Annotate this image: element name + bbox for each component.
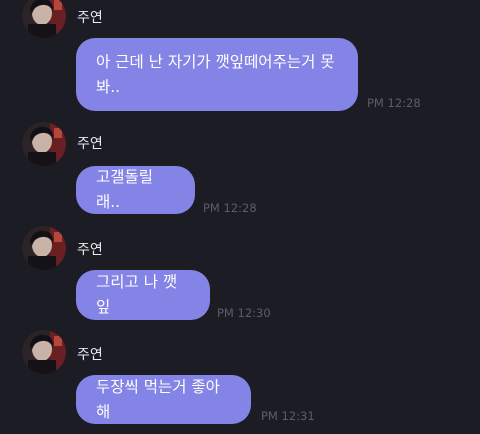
avatar[interactable] — [22, 330, 66, 374]
avatar[interactable] — [22, 0, 66, 38]
message-text: 그리고 나 깻잎 — [96, 273, 178, 316]
sender-name: 주연 — [77, 347, 103, 363]
avatar[interactable] — [22, 122, 66, 166]
message-text: 아 근데 난 자기가 깻잎떼어주는거 못 봐.. — [96, 52, 335, 96]
profile-photo-icon — [22, 122, 66, 166]
message-bubble[interactable]: 두장씩 먹는거 좋아해 — [76, 375, 251, 424]
chat-message: 주연 두장씩 먹는거 좋아해 PM 12:31 — [0, 330, 480, 434]
avatar[interactable] — [22, 226, 66, 270]
message-text: 두장씩 먹는거 좋아해 — [96, 377, 220, 421]
message-bubble[interactable]: 고갤돌릴래.. — [76, 166, 195, 214]
message-bubble[interactable]: 그리고 나 깻잎 — [76, 270, 210, 320]
sender-name: 주연 — [77, 242, 103, 258]
message-timestamp: PM 12:28 — [367, 96, 421, 110]
message-timestamp: PM 12:30 — [217, 306, 271, 320]
message-text: 고갤돌릴래.. — [96, 168, 154, 211]
message-timestamp: PM 12:28 — [203, 201, 257, 215]
message-timestamp: PM 12:31 — [261, 409, 315, 423]
profile-photo-icon — [22, 330, 66, 374]
chat-message: 주연 그리고 나 깻잎 PM 12:30 — [0, 226, 480, 326]
profile-photo-icon — [22, 0, 66, 38]
sender-name: 주연 — [77, 136, 103, 152]
sender-name: 주연 — [77, 10, 103, 26]
profile-photo-icon — [22, 226, 66, 270]
chat-message: 주연 아 근데 난 자기가 깻잎떼어주는거 못 봐.. PM 12:28 — [0, 0, 480, 120]
message-bubble[interactable]: 아 근데 난 자기가 깻잎떼어주는거 못 봐.. — [76, 38, 358, 111]
chat-message: 주연 고갤돌릴래.. PM 12:28 — [0, 122, 480, 222]
